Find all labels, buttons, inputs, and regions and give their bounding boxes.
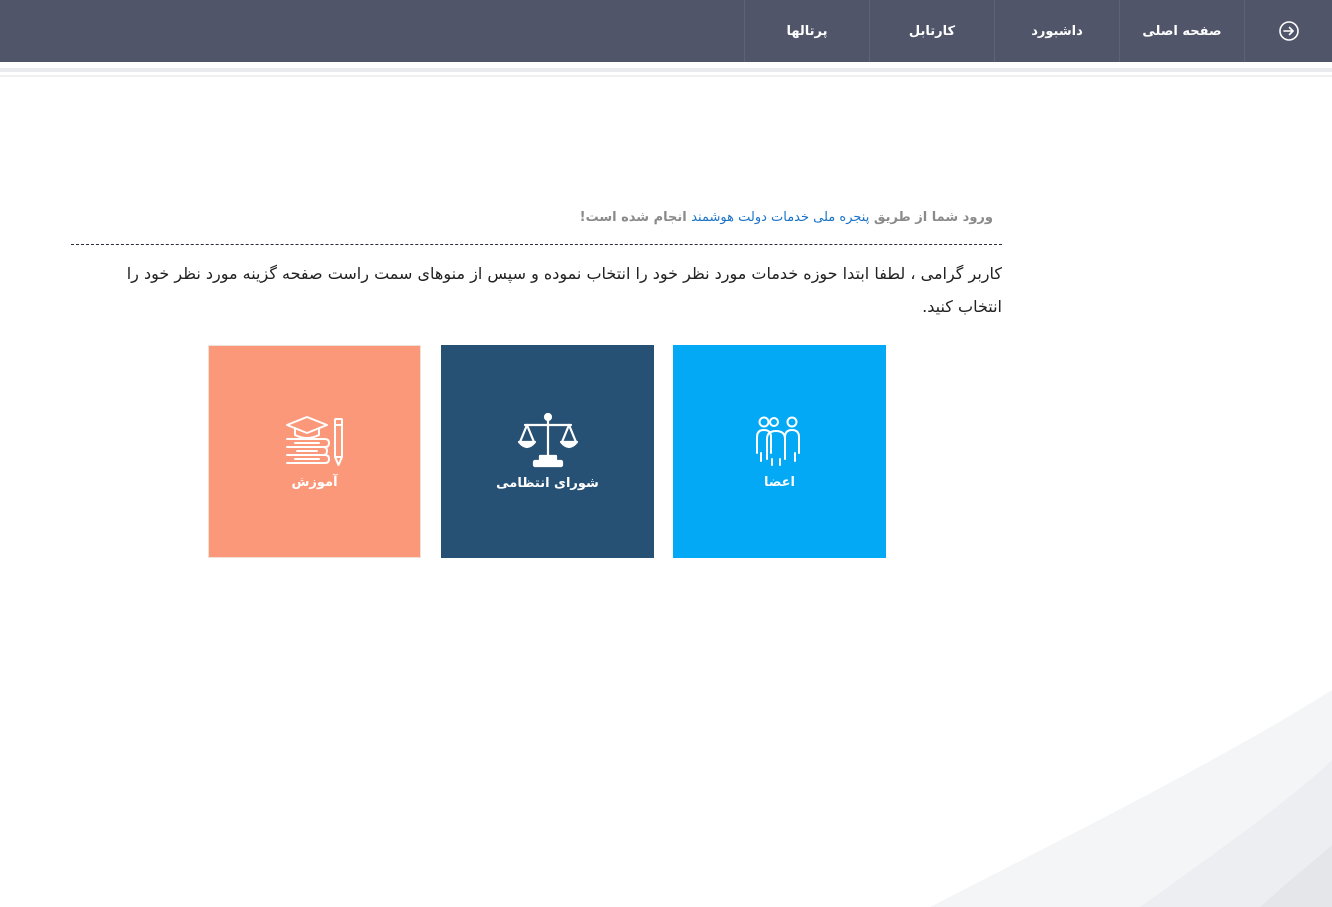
nav-cartable[interactable]: کارتابل bbox=[869, 0, 994, 62]
login-notice-suffix: انجام شده است! bbox=[579, 210, 692, 225]
nav-cartable-label: کارتابل bbox=[908, 23, 956, 39]
members-icon bbox=[755, 416, 800, 466]
sub-header-strip bbox=[0, 62, 1332, 78]
tile-disciplinary-council[interactable]: شورای انتظامی bbox=[441, 345, 654, 558]
tile-members[interactable]: اعضا bbox=[673, 345, 886, 558]
nav-home[interactable]: صفحه اصلی bbox=[1119, 0, 1244, 62]
education-icon bbox=[285, 416, 343, 466]
login-notice: ورود شما از طریق پنجره ملی خدمات دولت هو… bbox=[580, 210, 993, 225]
tile-members-label: اعضا bbox=[763, 475, 796, 490]
login-notice-prefix: ورود شما از طریق bbox=[869, 210, 993, 225]
exit-arrow-icon bbox=[1278, 21, 1299, 41]
exit-button[interactable] bbox=[1244, 0, 1332, 62]
smart-gov-link[interactable]: پنجره ملی خدمات دولت هوشمند bbox=[691, 210, 869, 225]
instruction-text: کاربر گرامی ، لطفا ابتدا حوزه خدمات مورد… bbox=[126, 264, 1002, 316]
tile-education-label: آموزش bbox=[291, 475, 338, 490]
top-navbar: صفحه اصلی داشبورد کارتابل پرتالها bbox=[0, 0, 1332, 62]
nav-portals-label: پرتالها bbox=[786, 23, 828, 39]
nav-dashboard-label: داشبورد bbox=[1031, 23, 1083, 39]
nav-dashboard[interactable]: داشبورد bbox=[994, 0, 1119, 62]
tile-education[interactable]: آموزش bbox=[208, 345, 421, 558]
tile-disciplinary-council-label: شورای انتظامی bbox=[496, 476, 599, 491]
scales-icon bbox=[517, 412, 578, 468]
background-curves bbox=[930, 690, 1332, 907]
nav-home-label: صفحه اصلی bbox=[1142, 23, 1222, 39]
nav-portals[interactable]: پرتالها bbox=[744, 0, 869, 62]
dashed-divider bbox=[71, 244, 1002, 245]
